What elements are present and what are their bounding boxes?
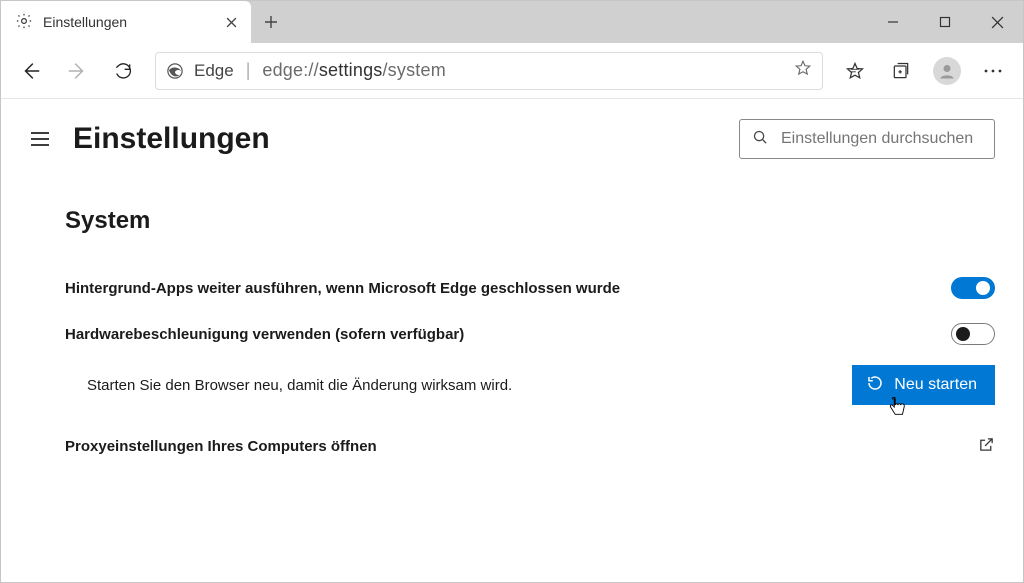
page-content: Einstellungen System Hintergrund-Apps we… <box>1 99 1023 582</box>
forward-button <box>57 51 97 91</box>
collections-button[interactable] <box>881 51 921 91</box>
browser-toolbar: Edge | edge://settings/system <box>1 43 1023 99</box>
address-bar[interactable]: Edge | edge://settings/system <box>155 52 823 90</box>
restart-icon <box>866 374 884 397</box>
settings-search[interactable] <box>739 119 995 159</box>
more-menu-button[interactable] <box>973 51 1013 91</box>
setting-label: Hardwarebeschleunigung verwenden (sofern… <box>65 326 951 343</box>
window-minimize-button[interactable] <box>867 1 919 43</box>
setting-label: Hintergrund-Apps weiter ausführen, wenn … <box>65 280 951 297</box>
external-link-icon <box>978 436 995 456</box>
refresh-button[interactable] <box>103 51 143 91</box>
back-button[interactable] <box>11 51 51 91</box>
profile-button[interactable] <box>927 51 967 91</box>
page-title: Einstellungen <box>73 122 719 156</box>
window-maximize-button[interactable] <box>919 1 971 43</box>
section-title: System <box>65 207 995 235</box>
restart-hint: Starten Sie den Browser neu, damit die Ä… <box>65 377 852 394</box>
avatar-icon <box>933 57 961 85</box>
setting-row-proxy[interactable]: Proxyeinstellungen Ihres Computers öffne… <box>65 423 995 469</box>
setting-label: Proxyeinstellungen Ihres Computers öffne… <box>65 438 978 455</box>
favorite-star-icon[interactable] <box>794 59 812 82</box>
browser-tab[interactable]: Einstellungen <box>1 1 251 43</box>
titlebar: Einstellungen <box>1 1 1023 43</box>
favorites-button[interactable] <box>835 51 875 91</box>
toggle-hardware-accel[interactable] <box>951 323 995 345</box>
site-identity: Edge <box>166 61 234 81</box>
search-icon <box>752 129 769 149</box>
restart-row: Starten Sie den Browser neu, damit die Ä… <box>65 361 995 409</box>
tab-title: Einstellungen <box>43 14 213 30</box>
url-text: edge://settings/system <box>262 60 782 81</box>
toggle-background-apps[interactable] <box>951 277 995 299</box>
divider: | <box>246 60 251 81</box>
setting-row-hardware-accel: Hardwarebeschleunigung verwenden (sofern… <box>65 311 995 357</box>
close-tab-button[interactable] <box>223 14 239 30</box>
restart-button[interactable]: Neu starten <box>852 365 995 405</box>
settings-search-input[interactable] <box>781 130 988 148</box>
menu-toggle-button[interactable] <box>27 126 53 152</box>
restart-button-label: Neu starten <box>894 376 977 394</box>
window-close-button[interactable] <box>971 1 1023 43</box>
new-tab-button[interactable] <box>251 1 291 43</box>
setting-row-background-apps: Hintergrund-Apps weiter ausführen, wenn … <box>65 265 995 311</box>
gear-icon <box>15 12 33 33</box>
